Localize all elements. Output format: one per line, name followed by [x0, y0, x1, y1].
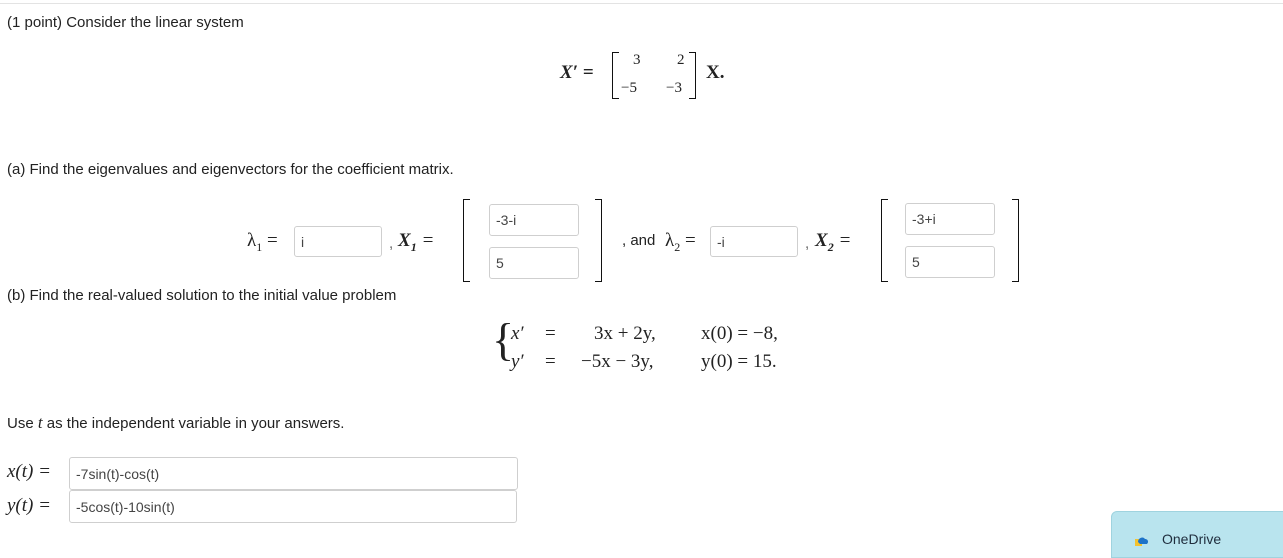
- matrix-left-bracket: [612, 52, 619, 99]
- matrix-right-bracket: [689, 52, 696, 99]
- x-of-t-input[interactable]: [69, 457, 518, 490]
- X1-right-bracket: [595, 199, 602, 282]
- lambda1-input[interactable]: [294, 226, 382, 257]
- system-lhs: X′ =: [560, 62, 594, 83]
- ivp-row1-ic: x(0) = −8,: [701, 323, 778, 344]
- x-of-t-label: x(t) =: [7, 461, 51, 482]
- ivp-row1-rhs: 3x + 2y,: [594, 323, 656, 344]
- X2-left-bracket: [881, 199, 888, 282]
- y-of-t-input[interactable]: [69, 490, 517, 523]
- ivp-row2-rhs: −5x − 3y,: [581, 351, 654, 372]
- matrix-cell-12: 2: [677, 52, 685, 68]
- X1-component-1-input[interactable]: [489, 204, 579, 236]
- part-b-prompt: (b) Find the real-valued solution to the…: [7, 287, 397, 304]
- ivp-row1-lhs: x′: [511, 323, 524, 344]
- matrix-cell-11: 3: [633, 52, 641, 68]
- system-rhs: X.: [706, 62, 725, 83]
- ivp-row1-eq: =: [545, 323, 556, 344]
- onedrive-cloud-icon: [1135, 537, 1149, 546]
- X2-component-1-input[interactable]: [905, 203, 995, 235]
- lambda2-input[interactable]: [710, 226, 798, 257]
- X2-component-2-input[interactable]: [905, 246, 995, 278]
- y-of-t-label: y(t) =: [7, 495, 51, 516]
- matrix-cell-21: −5: [621, 80, 637, 96]
- ivp-row2-eq: =: [545, 351, 556, 372]
- lambda2-label: λ2 =: [665, 230, 696, 254]
- independent-variable-note: Use t as the independent variable in you…: [7, 413, 345, 432]
- X2-label: X2 =: [815, 230, 852, 254]
- X2-right-bracket: [1012, 199, 1019, 282]
- comma-separator-2: ,: [805, 235, 810, 252]
- problem-intro: (1 point) Consider the linear system: [7, 14, 244, 31]
- ivp-row2-ic: y(0) = 15.: [701, 351, 777, 372]
- lambda1-label: λ1 =: [247, 230, 278, 254]
- X1-left-bracket: [463, 199, 470, 282]
- matrix-cell-22: −3: [666, 80, 682, 96]
- and-text: , and: [622, 232, 656, 249]
- ivp-row2-lhs: y′: [511, 351, 524, 372]
- comma-separator: ,: [389, 235, 394, 252]
- onedrive-label: OneDrive: [1162, 531, 1222, 547]
- X1-label: X1 =: [398, 230, 435, 254]
- X1-component-2-input[interactable]: [489, 247, 579, 279]
- part-a-prompt: (a) Find the eigenvalues and eigenvector…: [7, 161, 454, 178]
- top-divider: [0, 3, 1283, 4]
